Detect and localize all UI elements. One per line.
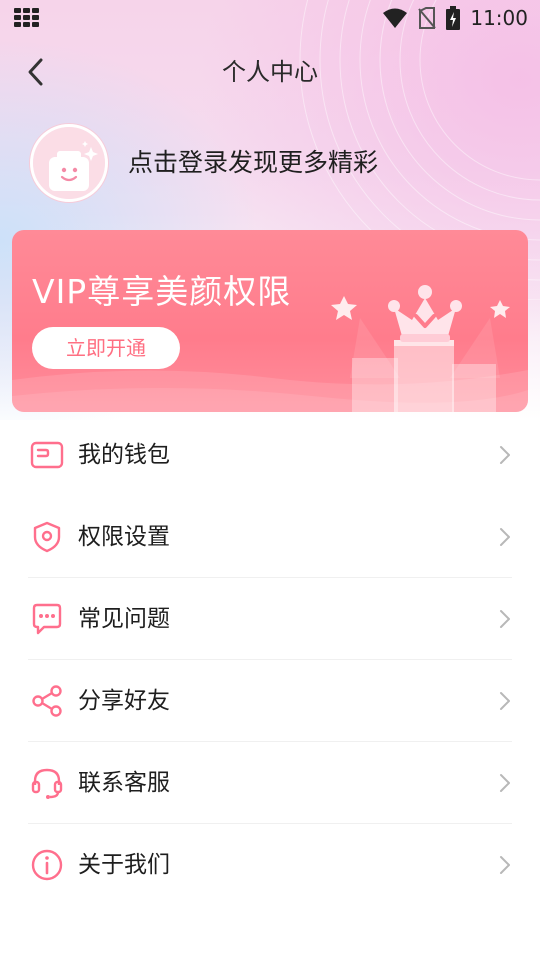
chevron-right-icon <box>500 856 510 874</box>
headset-icon <box>31 768 63 799</box>
vip-title: VIP尊享美颜权限 <box>32 272 292 311</box>
status-indicators: 11:00 <box>382 4 528 32</box>
menu-item-share[interactable]: 分享好友 <box>0 660 540 742</box>
menu-item-faq[interactable]: 常见问题 <box>0 578 540 660</box>
page-title: 个人中心 <box>222 58 318 86</box>
avatar[interactable] <box>30 124 108 202</box>
menu-label: 我的钱包 <box>78 442 170 468</box>
chevron-right-icon <box>500 610 510 628</box>
menu-item-wallet[interactable]: 我的钱包 <box>0 414 540 496</box>
profile-screen: 11:00 个人中心 点击登录发现更多精彩 VIP尊享美颜权限 立即开通 我的钱… <box>0 0 540 960</box>
menu-label: 关于我们 <box>78 852 170 878</box>
vip-activate-button[interactable]: 立即开通 <box>32 327 180 369</box>
menu-label: 联系客服 <box>78 770 170 796</box>
wifi-icon <box>383 8 408 28</box>
chat-bubble-icon <box>32 603 62 635</box>
chevron-right-icon <box>500 446 510 464</box>
no-sim-icon <box>418 7 437 29</box>
menu-list: 我的钱包 权限设置 常见问题 分享好友 联系客服 关于我们 <box>0 414 540 906</box>
wallet-icon <box>30 441 64 469</box>
share-icon <box>32 685 62 717</box>
battery-charging-icon <box>446 6 461 30</box>
menu-label: 权限设置 <box>78 524 170 550</box>
vip-banner[interactable]: VIP尊享美颜权限 立即开通 <box>12 230 528 412</box>
avatar-face-icon <box>33 127 105 199</box>
chevron-right-icon <box>500 528 510 546</box>
shield-icon <box>33 521 61 553</box>
app-grid-icon <box>14 8 40 28</box>
menu-label: 常见问题 <box>78 606 170 632</box>
crown-podium-icon <box>331 285 510 412</box>
status-time: 11:00 <box>470 6 528 30</box>
menu-item-about[interactable]: 关于我们 <box>0 824 540 906</box>
info-icon <box>31 849 63 881</box>
menu-label: 分享好友 <box>78 688 170 714</box>
menu-item-support[interactable]: 联系客服 <box>0 742 540 824</box>
status-bar: 11:00 <box>0 0 540 36</box>
chevron-right-icon <box>500 774 510 792</box>
chevron-right-icon <box>500 692 510 710</box>
login-prompt[interactable]: 点击登录发现更多精彩 <box>128 144 378 182</box>
menu-item-permissions[interactable]: 权限设置 <box>0 496 540 578</box>
